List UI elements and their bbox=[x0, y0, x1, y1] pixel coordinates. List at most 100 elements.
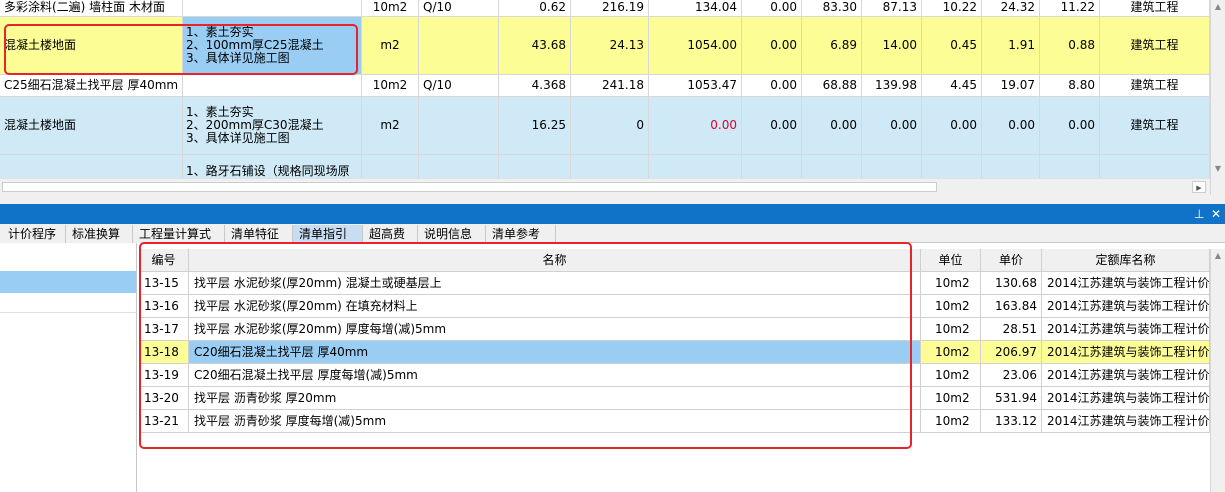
cell-c6[interactable]: 0.88 bbox=[1040, 17, 1100, 75]
table-row[interactable]: 13-21 找平层 沥青砂浆 厚度每增(减)5mm 10m2 133.12 20… bbox=[139, 410, 1210, 433]
cell-code[interactable]: 13-15 bbox=[139, 272, 189, 295]
cell-library[interactable]: 2014江苏建筑与装饰工程计价... bbox=[1042, 295, 1210, 318]
cell-unit[interactable]: 10m2 bbox=[921, 295, 981, 318]
cell-total[interactable]: 1054.00 bbox=[649, 17, 742, 75]
cell-feature[interactable] bbox=[183, 0, 362, 17]
left-pane-row-selected[interactable] bbox=[0, 271, 136, 293]
cell-name[interactable]: C20细石混凝土找平层 厚40mm bbox=[189, 341, 921, 364]
cell-library[interactable]: 2014江苏建筑与装饰工程计价... bbox=[1042, 410, 1210, 433]
upper-row[interactable]: 多彩涂料(二遍) 墙柱面 木材面 10m2 Q/10 0.62 216.19 1… bbox=[0, 0, 1210, 17]
cell-unit[interactable] bbox=[362, 155, 419, 178]
cell-code[interactable]: 13-17 bbox=[139, 318, 189, 341]
cell-c6[interactable]: 11.22 bbox=[1040, 0, 1100, 17]
cell-feature[interactable]: 1、素土夯实 2、200mm厚C30混凝土 3、具体详见施工图 bbox=[183, 97, 362, 155]
cell-category[interactable]: 建筑工程 bbox=[1100, 97, 1210, 155]
cell-c6[interactable]: 8.80 bbox=[1040, 75, 1100, 97]
cell-price[interactable]: 130.68 bbox=[981, 272, 1042, 295]
cell-c5[interactable]: 1.91 bbox=[982, 17, 1040, 75]
cell-unit[interactable]: m2 bbox=[362, 17, 419, 75]
cell-total[interactable]: 1053.47 bbox=[649, 75, 742, 97]
cell-name[interactable]: C25细石混凝土找平层 厚40mm bbox=[0, 75, 183, 97]
column-header-unit[interactable]: 单位 bbox=[921, 249, 981, 272]
table-row[interactable]: 13-17 找平层 水泥砂浆(厚20mm) 厚度每增(减)5mm 10m2 28… bbox=[139, 318, 1210, 341]
cell-code[interactable] bbox=[419, 17, 499, 75]
cell-c2[interactable]: 6.89 bbox=[802, 17, 862, 75]
cell-library[interactable]: 2014江苏建筑与装饰工程计价... bbox=[1042, 341, 1210, 364]
lower-vertical-scrollbar[interactable]: ▲ bbox=[1210, 249, 1225, 492]
cell-unit[interactable]: m2 bbox=[362, 97, 419, 155]
tab-pricing-procedure[interactable]: 计价程序 bbox=[0, 225, 66, 243]
cell-category[interactable]: 建筑工程 bbox=[1100, 17, 1210, 75]
cell-price[interactable]: 216.19 bbox=[571, 0, 649, 17]
cell-unit[interactable]: 10m2 bbox=[921, 272, 981, 295]
cell-code[interactable]: 13-18 bbox=[139, 341, 189, 364]
cell-price[interactable]: 23.06 bbox=[981, 364, 1042, 387]
cell-c3[interactable]: 14.00 bbox=[862, 17, 922, 75]
cell-name[interactable]: 找平层 水泥砂浆(厚20mm) 在填充材料上 bbox=[189, 295, 921, 318]
cell-name[interactable] bbox=[0, 155, 183, 178]
tab-item-features[interactable]: 清单特征 bbox=[225, 225, 293, 243]
cell-unit[interactable]: 10m2 bbox=[362, 0, 419, 17]
cell-c2[interactable]: 83.30 bbox=[802, 0, 862, 17]
cell-c4[interactable]: 10.22 bbox=[922, 0, 982, 17]
tab-description[interactable]: 说明信息 bbox=[418, 225, 486, 243]
cell-library[interactable]: 2014江苏建筑与装饰工程计价... bbox=[1042, 318, 1210, 341]
cell-price[interactable]: 163.84 bbox=[981, 295, 1042, 318]
cell-category[interactable] bbox=[1100, 155, 1210, 178]
cell-code[interactable]: Q/10 bbox=[419, 75, 499, 97]
cell-library[interactable]: 2014江苏建筑与装饰工程计价... bbox=[1042, 387, 1210, 410]
upper-row[interactable]: C25细石混凝土找平层 厚40mm 10m2 Q/10 4.368 241.18… bbox=[0, 75, 1210, 97]
scroll-right-arrow-icon[interactable]: ▶ bbox=[1192, 181, 1206, 193]
cell-name[interactable]: 找平层 水泥砂浆(厚20mm) 厚度每增(减)5mm bbox=[189, 318, 921, 341]
cell-c3[interactable]: 139.98 bbox=[862, 75, 922, 97]
cell-name[interactable]: 找平层 沥青砂浆 厚20mm bbox=[189, 387, 921, 410]
cell-feature[interactable] bbox=[183, 75, 362, 97]
left-pane-row[interactable] bbox=[0, 293, 136, 313]
cell-c4[interactable]: 0.45 bbox=[922, 17, 982, 75]
scroll-thumb[interactable] bbox=[2, 182, 937, 192]
column-header-price[interactable]: 单价 bbox=[981, 249, 1042, 272]
cell-total[interactable]: 134.04 bbox=[649, 0, 742, 17]
cell-code[interactable]: 13-19 bbox=[139, 364, 189, 387]
upper-row[interactable]: 混凝土楼地面 1、素土夯实 2、200mm厚C30混凝土 3、具体详见施工图 m… bbox=[0, 97, 1210, 155]
cell-c4[interactable] bbox=[922, 155, 982, 178]
cell-qty[interactable]: 16.25 bbox=[499, 97, 571, 155]
table-row-selected[interactable]: 13-18 C20细石混凝土找平层 厚40mm 10m2 206.97 2014… bbox=[139, 341, 1210, 364]
cell-unit[interactable]: 10m2 bbox=[921, 341, 981, 364]
upper-row-selected[interactable]: 混凝土楼地面 1、素土夯实 2、100mm厚C25混凝土 3、具体详见施工图 m… bbox=[0, 17, 1210, 75]
cell-c4[interactable]: 4.45 bbox=[922, 75, 982, 97]
cell-qty[interactable]: 43.68 bbox=[499, 17, 571, 75]
cell-c2[interactable]: 68.88 bbox=[802, 75, 862, 97]
upper-horizontal-scrollbar[interactable]: ▶ bbox=[0, 178, 1210, 195]
cell-name[interactable]: 找平层 沥青砂浆 厚度每增(减)5mm bbox=[189, 410, 921, 433]
cell-c3[interactable]: 0.00 bbox=[862, 97, 922, 155]
cell-unit[interactable]: 10m2 bbox=[921, 410, 981, 433]
scroll-up-arrow-icon[interactable]: ▲ bbox=[1213, 2, 1223, 12]
cell-c5[interactable] bbox=[982, 155, 1040, 178]
cell-category[interactable]: 建筑工程 bbox=[1100, 75, 1210, 97]
splitter[interactable] bbox=[0, 195, 1225, 204]
tab-item-reference[interactable]: 清单参考 bbox=[486, 225, 556, 243]
cell-category[interactable]: 建筑工程 bbox=[1100, 0, 1210, 17]
cell-feature[interactable]: 1、路牙石铺设（规格同现场原 bbox=[183, 155, 362, 178]
pin-icon[interactable]: ⊥ bbox=[1194, 206, 1204, 222]
cell-price[interactable]: 133.12 bbox=[981, 410, 1042, 433]
cell-price[interactable]: 206.97 bbox=[981, 341, 1042, 364]
cell-c3[interactable] bbox=[862, 155, 922, 178]
cell-c1[interactable]: 0.00 bbox=[742, 75, 802, 97]
table-row[interactable]: 13-15 找平层 水泥砂浆(厚20mm) 混凝土或硬基层上 10m2 130.… bbox=[139, 272, 1210, 295]
cell-c3[interactable]: 87.13 bbox=[862, 0, 922, 17]
cell-c1[interactable]: 0.00 bbox=[742, 0, 802, 17]
cell-unit[interactable]: 10m2 bbox=[921, 364, 981, 387]
cell-price[interactable]: 531.94 bbox=[981, 387, 1042, 410]
cell-code[interactable]: 13-21 bbox=[139, 410, 189, 433]
cell-unit[interactable]: 10m2 bbox=[921, 387, 981, 410]
left-pane-row[interactable] bbox=[0, 251, 136, 271]
upper-vertical-scrollbar[interactable]: ▲ ▼ bbox=[1210, 0, 1225, 195]
cell-c4[interactable]: 0.00 bbox=[922, 97, 982, 155]
cell-name[interactable]: 混凝土楼地面 bbox=[0, 17, 183, 75]
cell-price[interactable] bbox=[571, 155, 649, 178]
cell-library[interactable]: 2014江苏建筑与装饰工程计价... bbox=[1042, 272, 1210, 295]
tab-height-fee[interactable]: 超高费 bbox=[363, 225, 418, 243]
cell-price[interactable]: 24.13 bbox=[571, 17, 649, 75]
